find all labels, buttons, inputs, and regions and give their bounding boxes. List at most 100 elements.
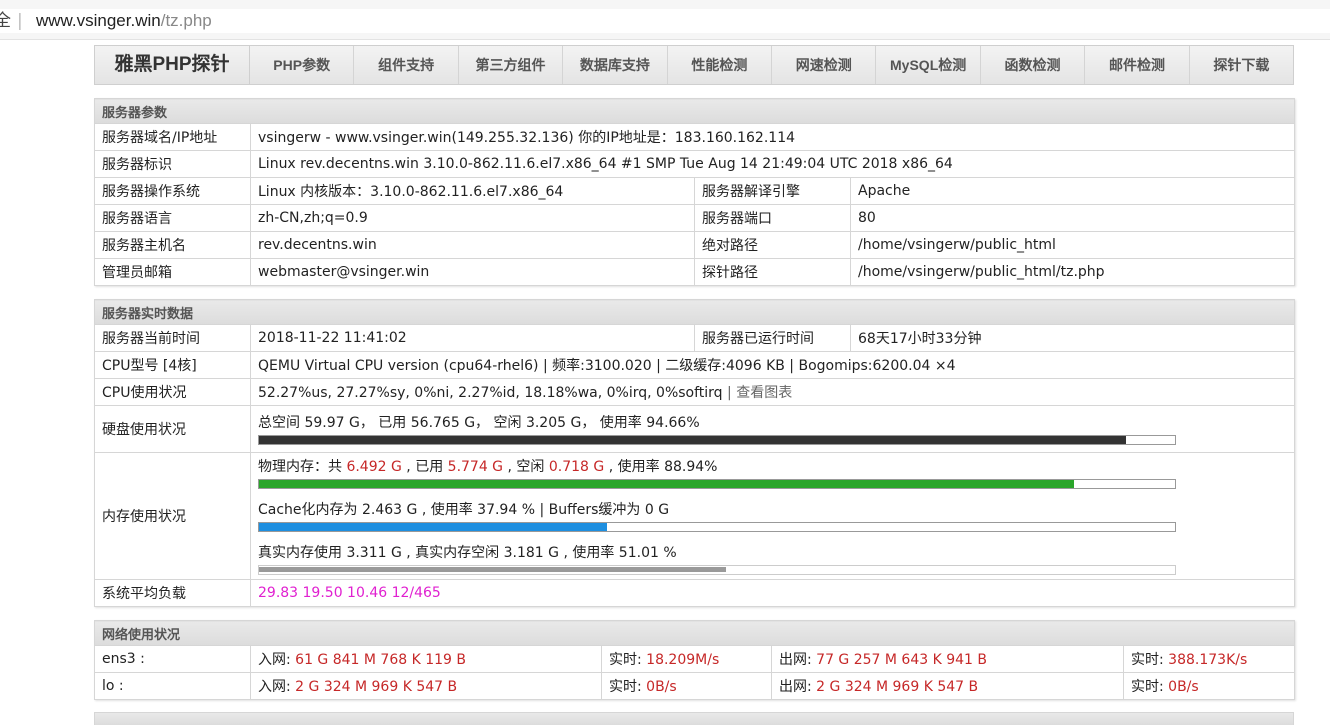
- address-separator: |: [17, 11, 23, 31]
- table-row: 服务器操作系统 Linux 内核版本：3.10.0-862.11.6.el7.x…: [94, 177, 1296, 205]
- disk-used-prefix: G， 已用: [344, 414, 411, 431]
- mem-rate-prefix: , 使用率: [604, 458, 665, 475]
- in-value: 2 G 324 M 969 K 547 B: [295, 679, 458, 695]
- nav-speed-test[interactable]: 网速检测: [772, 46, 877, 84]
- mem-total: 6.492 G: [346, 458, 402, 475]
- nav-download[interactable]: 探针下载: [1190, 46, 1293, 84]
- section-title: 服务器参数: [93, 98, 1296, 124]
- row-label: 服务器已运行时间: [694, 324, 851, 352]
- row-value: Apache: [849, 177, 1296, 205]
- nav-functions[interactable]: 函数检测: [981, 46, 1086, 84]
- url-text[interactable]: www.vsinger.win/tz.php: [36, 9, 212, 33]
- interface-name: lo :: [94, 672, 251, 700]
- out-label: 出网:: [779, 652, 817, 668]
- in-label: 入网:: [258, 652, 296, 668]
- nav-performance[interactable]: 性能检测: [668, 46, 773, 84]
- cache-progress-fill: [259, 522, 607, 531]
- disk-rate: 94.66%: [646, 414, 700, 431]
- out-realtime: 实时: 0B/s: [1122, 672, 1296, 700]
- in-total: 入网: 2 G 324 M 969 K 547 B: [250, 672, 602, 700]
- row-label: CPU型号 [4核]: [94, 351, 251, 379]
- row-label: 服务器语言: [94, 204, 251, 232]
- row-label: 系统平均负载: [94, 579, 251, 607]
- in-rt-label: 实时:: [609, 679, 647, 695]
- disk-used: 56.765: [410, 414, 460, 431]
- in-total: 入网: 61 G 841 M 768 K 119 B: [250, 645, 602, 673]
- cache-progress-bar: [258, 521, 1176, 532]
- network-row-lo: lo : 入网: 2 G 324 M 969 K 547 B 实时: 0B/s …: [94, 672, 1296, 700]
- address-field[interactable]: 全 | www.vsinger.win/tz.php: [0, 9, 1330, 33]
- disk-progress-fill: [259, 435, 1127, 444]
- in-realtime: 实时: 0B/s: [601, 672, 772, 700]
- view-chart-link[interactable]: | 查看图表: [727, 385, 792, 401]
- load-average-value: 29.83 19.50 10.46 12/465: [249, 579, 1296, 607]
- out-rt-label: 实时:: [1131, 679, 1169, 695]
- in-realtime: 实时: 18.209M/s: [601, 645, 772, 673]
- row-label: 探针路径: [694, 258, 851, 286]
- browser-address-bar[interactable]: 全 | www.vsinger.win/tz.php: [0, 0, 1330, 40]
- row-value: 52.27%us, 27.27%sy, 0%ni, 2.27%id, 18.18…: [249, 378, 1296, 406]
- row-label: 内存使用状况: [94, 452, 251, 580]
- network-row-ens3: ens3 : 入网: 61 G 841 M 768 K 119 B 实时: 18…: [94, 645, 1296, 673]
- row-value: 80: [849, 204, 1296, 232]
- memory-progress-fill: [259, 479, 1074, 488]
- interface-name: ens3 :: [94, 645, 251, 673]
- row-value: 68天17小时33分钟: [849, 324, 1296, 352]
- physical-memory-text: 物理内存：共 6.492 G , 已用 5.774 G , 空闲 0.718 G…: [258, 458, 1287, 476]
- out-rt-value: 0B/s: [1168, 679, 1199, 695]
- memory-usage-cell: 物理内存：共 6.492 G , 已用 5.774 G , 空闲 0.718 G…: [249, 452, 1296, 580]
- table-row: 服务器域名/IP地址 vsingerw - www.vsinger.win(14…: [94, 123, 1296, 151]
- row-value: QEMU Virtual CPU version (cpu64-rhel6) |…: [249, 351, 1296, 379]
- out-label: 出网:: [779, 679, 817, 695]
- next-section-header: [94, 712, 1294, 725]
- in-rt-value: 18.209M/s: [646, 652, 720, 668]
- top-nav: 雅黑PHP探针 PHP参数 组件支持 第三方组件 数据库支持 性能检测 网速检测…: [94, 45, 1294, 85]
- row-value: /home/vsingerw/public_html: [849, 231, 1296, 259]
- row-label: 硬盘使用状况: [94, 405, 251, 453]
- mem-used-prefix: , 已用: [401, 458, 448, 475]
- disk-free: 3.205: [525, 414, 567, 431]
- realtime-table: 服务器实时数据 服务器当前时间 2018-11-22 11:41:02 服务器已…: [93, 299, 1296, 607]
- cache-memory-text: Cache化内存为 2.463 G , 使用率 37.94 % | Buffer…: [258, 501, 670, 518]
- table-row: 服务器语言 zh-CN,zh;q=0.9 服务器端口 80: [94, 204, 1296, 232]
- mem-used: 5.774 G: [447, 458, 504, 475]
- row-label: 服务器端口: [694, 204, 851, 232]
- nav-mysql[interactable]: MySQL检测: [876, 46, 981, 84]
- out-value: 77 G 257 M 643 K 941 B: [816, 652, 988, 668]
- in-label: 入网:: [258, 679, 296, 695]
- row-value: webmaster@vsinger.win: [250, 258, 695, 286]
- row-value: vsingerw - www.vsinger.win(149.255.32.13…: [249, 123, 1296, 151]
- row-label: 管理员邮箱: [94, 258, 251, 286]
- row-label: 服务器解译引擎: [694, 177, 851, 205]
- real-memory-progress-fill: [259, 566, 727, 572]
- disk-total-prefix: 总空间: [258, 414, 305, 431]
- out-total: 出网: 2 G 324 M 969 K 547 B: [771, 672, 1124, 700]
- brand-title[interactable]: 雅黑PHP探针: [95, 46, 250, 84]
- table-row: 系统平均负载 29.83 19.50 10.46 12/465: [94, 579, 1296, 607]
- cpu-usage-text: 52.27%us, 27.27%sy, 0%ni, 2.27%id, 18.18…: [258, 385, 723, 401]
- out-realtime: 实时: 388.173K/s: [1122, 645, 1296, 673]
- section-title: 网络使用状况: [93, 620, 1296, 646]
- row-value: /home/vsingerw/public_html/tz.php: [849, 258, 1296, 286]
- table-row: CPU使用状况 52.27%us, 27.27%sy, 0%ni, 2.27%i…: [94, 378, 1296, 406]
- row-value: zh-CN,zh;q=0.9: [250, 204, 695, 232]
- nav-components[interactable]: 组件支持: [354, 46, 459, 84]
- security-indicator[interactable]: 全: [0, 9, 11, 33]
- nav-third-party[interactable]: 第三方组件: [459, 46, 564, 84]
- row-label: 服务器标识: [94, 150, 251, 178]
- in-rt-label: 实时:: [609, 652, 647, 668]
- nav-mail[interactable]: 邮件检测: [1085, 46, 1190, 84]
- table-row: 服务器标识 Linux rev.decentns.win 3.10.0-862.…: [94, 150, 1296, 178]
- in-rt-value: 0B/s: [646, 679, 677, 695]
- row-label: 绝对路径: [694, 231, 851, 259]
- nav-database[interactable]: 数据库支持: [563, 46, 668, 84]
- row-label: 服务器域名/IP地址: [94, 123, 251, 151]
- nav-php-params[interactable]: PHP参数: [250, 46, 355, 84]
- row-label: CPU使用状况: [94, 378, 251, 406]
- row-label: 服务器当前时间: [94, 324, 251, 352]
- row-value: 2018-11-22 11:41:02: [250, 324, 695, 352]
- out-value: 2 G 324 M 969 K 547 B: [816, 679, 979, 695]
- url-path: /tz.php: [160, 11, 212, 30]
- row-value: Linux rev.decentns.win 3.10.0-862.11.6.e…: [249, 150, 1296, 178]
- url-host: www.vsinger.win: [36, 11, 161, 30]
